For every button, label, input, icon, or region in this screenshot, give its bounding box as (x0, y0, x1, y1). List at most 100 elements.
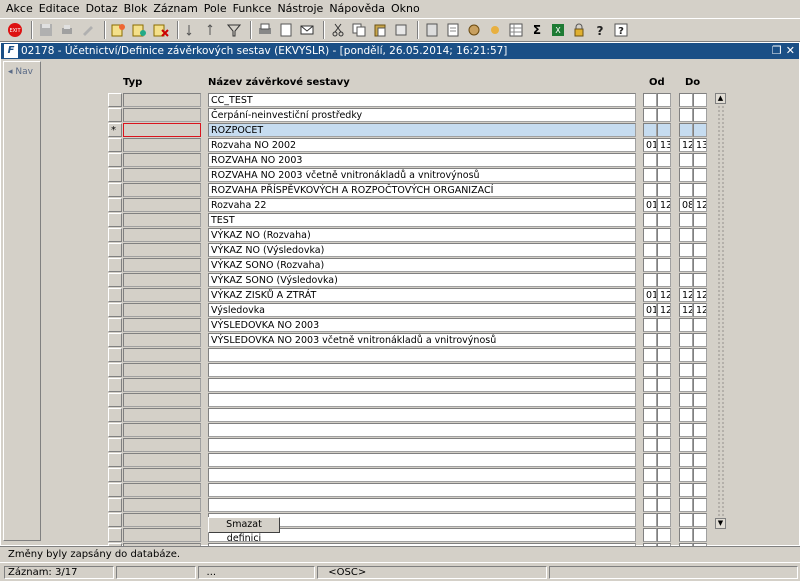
record-indicator[interactable]: * (108, 123, 122, 137)
do-period-field[interactable]: 12 (679, 303, 693, 317)
name-field[interactable]: VÝKAZ NO (Výsledovka) (208, 243, 636, 257)
od-month-field[interactable] (657, 273, 671, 287)
od-month-field[interactable]: 13 (657, 138, 671, 152)
od-month-field[interactable]: 12 (657, 288, 671, 302)
sort-desc-icon[interactable] (204, 21, 222, 39)
record-indicator[interactable] (108, 453, 122, 467)
od-period-field[interactable] (643, 123, 657, 137)
do-month-field[interactable] (693, 318, 707, 332)
do-period-field[interactable] (679, 228, 693, 242)
name-field[interactable]: VÝSLEDOVKA NO 2003 (208, 318, 636, 332)
document-icon[interactable] (277, 21, 295, 39)
record-indicator[interactable] (108, 393, 122, 407)
do-period-field[interactable] (679, 108, 693, 122)
od-period-field[interactable] (643, 258, 657, 272)
do-month-field[interactable] (693, 168, 707, 182)
od-period-field[interactable] (643, 393, 657, 407)
typ-field[interactable] (123, 483, 201, 497)
lock-icon[interactable] (570, 21, 588, 39)
record-indicator[interactable] (108, 423, 122, 437)
do-month-field[interactable]: 12 (693, 198, 707, 212)
od-period-field[interactable] (643, 93, 657, 107)
settings-icon[interactable] (465, 21, 483, 39)
record-indicator[interactable] (108, 333, 122, 347)
typ-field[interactable] (123, 108, 201, 122)
record-indicator[interactable] (108, 348, 122, 362)
typ-field[interactable] (123, 468, 201, 482)
paste-icon[interactable] (371, 21, 389, 39)
do-period-field[interactable] (679, 168, 693, 182)
name-field[interactable] (208, 438, 636, 452)
print-icon[interactable] (58, 21, 76, 39)
do-month-field[interactable] (693, 333, 707, 347)
typ-field[interactable] (123, 528, 201, 542)
do-period-field[interactable] (679, 363, 693, 377)
od-month-field[interactable] (657, 108, 671, 122)
typ-field[interactable] (123, 198, 201, 212)
od-period-field[interactable] (643, 363, 657, 377)
od-month-field[interactable] (657, 453, 671, 467)
typ-field[interactable] (123, 408, 201, 422)
do-month-field[interactable] (693, 228, 707, 242)
menu-item-8[interactable]: Nástroje (274, 0, 326, 18)
name-field[interactable]: ROZVAHA PŘÍSPĚVKOVÝCH A ROZPOČTOVÝCH ORG… (208, 183, 636, 197)
do-month-field[interactable] (693, 468, 707, 482)
od-month-field[interactable] (657, 243, 671, 257)
context-help-icon[interactable]: ? (612, 21, 630, 39)
record-indicator[interactable] (108, 483, 122, 497)
od-month-field[interactable] (657, 93, 671, 107)
od-month-field[interactable] (657, 348, 671, 362)
do-period-field[interactable] (679, 348, 693, 362)
name-field[interactable] (208, 423, 636, 437)
menu-item-2[interactable]: Editace (36, 0, 83, 18)
typ-field[interactable] (123, 393, 201, 407)
od-period-field[interactable] (643, 213, 657, 227)
query-execute-icon[interactable] (131, 21, 149, 39)
od-period-field[interactable] (643, 378, 657, 392)
do-period-field[interactable] (679, 378, 693, 392)
typ-field[interactable] (123, 303, 201, 317)
typ-field[interactable] (123, 168, 201, 182)
do-month-field[interactable] (693, 453, 707, 467)
do-month-field[interactable] (693, 498, 707, 512)
do-month-field[interactable] (693, 378, 707, 392)
do-month-field[interactable] (693, 513, 707, 527)
od-period-field[interactable]: 01 (643, 138, 657, 152)
od-month-field[interactable] (657, 513, 671, 527)
record-indicator[interactable] (108, 318, 122, 332)
od-month-field[interactable] (657, 318, 671, 332)
record-indicator[interactable] (108, 288, 122, 302)
name-field[interactable] (208, 483, 636, 497)
od-period-field[interactable] (643, 453, 657, 467)
record-indicator[interactable] (108, 108, 122, 122)
name-field[interactable] (208, 363, 636, 377)
do-period-field[interactable] (679, 513, 693, 527)
name-field[interactable] (208, 378, 636, 392)
duplicate-icon[interactable] (392, 21, 410, 39)
name-field[interactable]: VÝKAZ SONO (Rozvaha) (208, 258, 636, 272)
typ-field[interactable] (123, 333, 201, 347)
od-period-field[interactable] (643, 438, 657, 452)
od-period-field[interactable] (643, 528, 657, 542)
typ-field[interactable] (123, 453, 201, 467)
name-field[interactable]: ROZPOCET (208, 123, 636, 137)
record-indicator[interactable] (108, 513, 122, 527)
do-month-field[interactable] (693, 243, 707, 257)
do-month-field[interactable] (693, 183, 707, 197)
do-month-field[interactable] (693, 438, 707, 452)
od-period-field[interactable] (643, 483, 657, 497)
typ-field[interactable] (123, 243, 201, 257)
typ-field[interactable] (123, 438, 201, 452)
do-period-field[interactable] (679, 408, 693, 422)
record-indicator[interactable] (108, 138, 122, 152)
do-period-field[interactable]: 12 (679, 288, 693, 302)
do-period-field[interactable] (679, 258, 693, 272)
record-indicator[interactable] (108, 303, 122, 317)
scroll-track[interactable] (717, 105, 724, 517)
typ-field[interactable] (123, 423, 201, 437)
od-month-field[interactable] (657, 378, 671, 392)
do-month-field[interactable] (693, 273, 707, 287)
typ-field[interactable] (123, 258, 201, 272)
do-period-field[interactable] (679, 483, 693, 497)
do-month-field[interactable] (693, 93, 707, 107)
